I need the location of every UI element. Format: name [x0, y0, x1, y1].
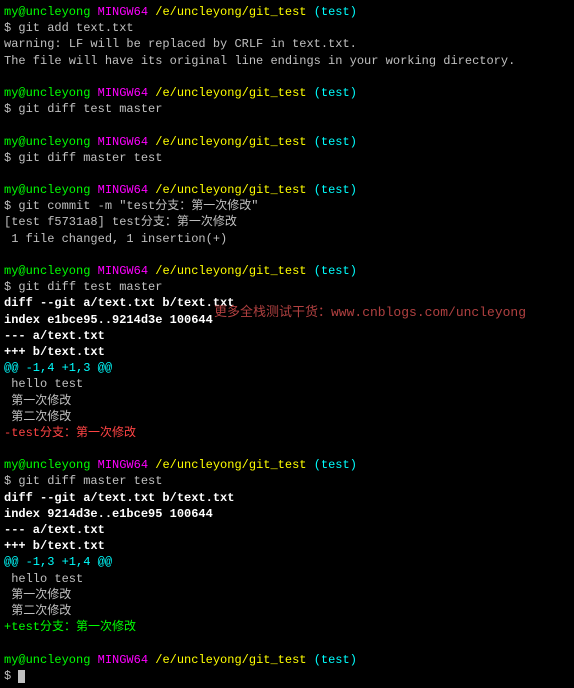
- terminal[interactable]: my@uncleyong MINGW64 /e/uncleyong/git_te…: [4, 4, 570, 684]
- diff-ctx: 第二次修改: [4, 409, 570, 425]
- prompt-line: my@uncleyong MINGW64 /e/uncleyong/git_te…: [4, 4, 570, 20]
- prompt-line: my@uncleyong MINGW64 /e/uncleyong/git_te…: [4, 263, 570, 279]
- cmd-line: $ git diff master test: [4, 150, 570, 166]
- diff-header: +++ b/text.txt: [4, 538, 570, 554]
- diff-removed: -test分支：第一次修改: [4, 425, 570, 441]
- output-line: warning: LF will be replaced by CRLF in …: [4, 36, 570, 52]
- diff-ctx: hello test: [4, 571, 570, 587]
- diff-hunk: @@ -1,4 +1,3 @@: [4, 360, 570, 376]
- prompt-line: my@uncleyong MINGW64 /e/uncleyong/git_te…: [4, 182, 570, 198]
- prompt-line: my@uncleyong MINGW64 /e/uncleyong/git_te…: [4, 134, 570, 150]
- output-line: [test f5731a8] test分支：第一次修改: [4, 214, 570, 230]
- cmd-line: $ git add text.txt: [4, 20, 570, 36]
- diff-header: --- a/text.txt: [4, 328, 570, 344]
- diff-ctx: hello test: [4, 376, 570, 392]
- diff-ctx: 第二次修改: [4, 603, 570, 619]
- prompt-line: my@uncleyong MINGW64 /e/uncleyong/git_te…: [4, 457, 570, 473]
- output-line: 1 file changed, 1 insertion(+): [4, 231, 570, 247]
- diff-hunk: @@ -1,3 +1,4 @@: [4, 554, 570, 570]
- diff-added: +test分支：第一次修改: [4, 619, 570, 635]
- cmd-line: $ git diff master test: [4, 473, 570, 489]
- diff-ctx: 第一次修改: [4, 393, 570, 409]
- diff-header: --- a/text.txt: [4, 522, 570, 538]
- diff-header: diff --git a/text.txt b/text.txt: [4, 295, 570, 311]
- cmd-line: $ git diff test master: [4, 101, 570, 117]
- prompt-line: my@uncleyong MINGW64 /e/uncleyong/git_te…: [4, 652, 570, 668]
- diff-ctx: 第一次修改: [4, 587, 570, 603]
- cursor-icon: [18, 670, 25, 683]
- diff-header: +++ b/text.txt: [4, 344, 570, 360]
- output-line: The file will have its original line end…: [4, 53, 570, 69]
- diff-header: index 9214d3e..e1bce95 100644: [4, 506, 570, 522]
- input-line[interactable]: $: [4, 668, 570, 684]
- diff-header: diff --git a/text.txt b/text.txt: [4, 490, 570, 506]
- cmd-line: $ git diff test master: [4, 279, 570, 295]
- prompt-line: my@uncleyong MINGW64 /e/uncleyong/git_te…: [4, 85, 570, 101]
- diff-header: index e1bce95..9214d3e 100644: [4, 312, 570, 328]
- cmd-line: $ git commit -m "test分支：第一次修改": [4, 198, 570, 214]
